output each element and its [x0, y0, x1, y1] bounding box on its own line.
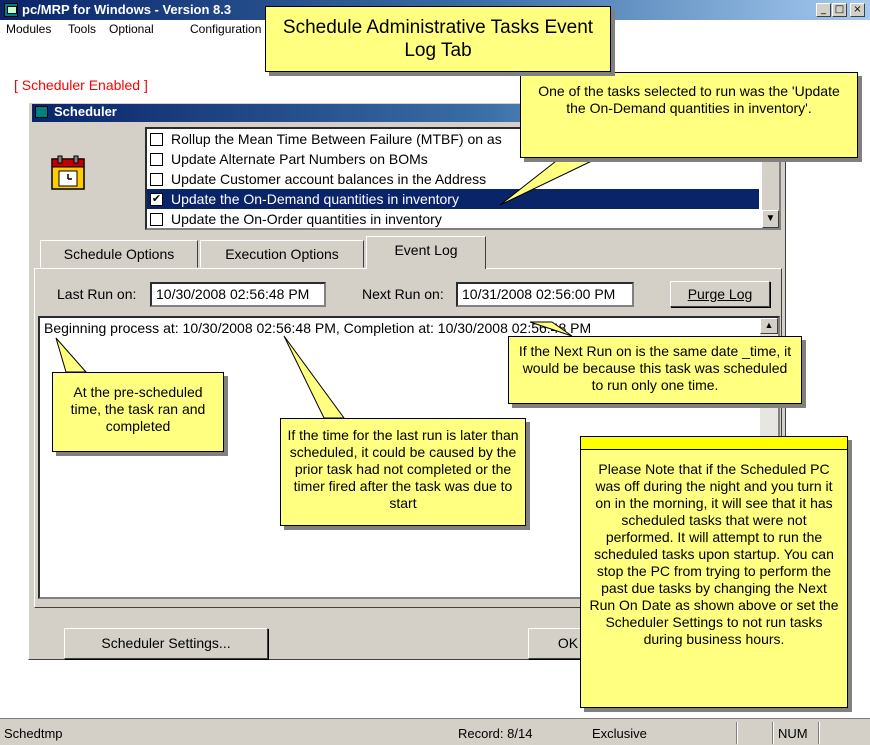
tab-event-log[interactable]: Event Log: [366, 236, 486, 269]
status-divider: [772, 722, 774, 744]
task-checkbox[interactable]: [150, 133, 163, 146]
status-divider: [736, 722, 738, 744]
task-checkbox[interactable]: [150, 173, 163, 186]
menu-tools[interactable]: Tools: [68, 22, 96, 36]
status-num-lock: NUM: [778, 726, 808, 741]
tab-schedule-options[interactable]: Schedule Options: [40, 240, 198, 268]
task-item[interactable]: Update Customer account balances in the …: [147, 169, 759, 189]
scroll-up-arrow-icon[interactable]: ▲: [760, 318, 778, 334]
menu-optional[interactable]: Optional: [109, 22, 154, 36]
task-label: Rollup the Mean Time Between Failure (MT…: [171, 131, 502, 147]
status-record: Record: 8/14: [458, 726, 533, 741]
callout-note-header: [580, 436, 848, 450]
task-label: Update the On-Order quantities in invent…: [171, 211, 442, 227]
callout-note: Please Note that if the Scheduled PC was…: [580, 436, 848, 708]
menu-modules[interactable]: Modules: [6, 22, 51, 36]
callout-task-selected: One of the tasks selected to run was the…: [520, 72, 858, 158]
task-checkbox[interactable]: [150, 213, 163, 226]
scheduler-title: Scheduler: [54, 104, 117, 119]
minimize-button[interactable]: _: [816, 3, 831, 17]
status-table-name: Schedtmp: [4, 726, 63, 741]
last-run-label: Last Run on:: [57, 286, 137, 302]
status-mode: Exclusive: [592, 726, 647, 741]
tab-execution-options[interactable]: Execution Options: [200, 240, 364, 268]
scheduler-window-icon: [35, 106, 48, 118]
status-bar: [0, 718, 870, 745]
next-run-field[interactable]: 10/31/2008 02:56:00 PM: [456, 282, 634, 307]
app-icon[interactable]: [4, 3, 18, 17]
scroll-down-arrow-icon[interactable]: ▼: [762, 210, 779, 228]
last-run-field[interactable]: 10/30/2008 02:56:48 PM: [150, 282, 326, 307]
purge-log-button[interactable]: Purge Log: [670, 281, 770, 307]
callout-title: Schedule Administrative Tasks Event Log …: [265, 6, 611, 72]
log-entry: Beginning process at: 10/30/2008 02:56:4…: [44, 320, 592, 336]
maximize-button[interactable]: □: [832, 3, 847, 17]
calendar-icon: [51, 155, 85, 190]
scheduler-status-text: [ Scheduler Enabled ]: [14, 77, 148, 93]
menu-configuration[interactable]: Configuration: [190, 22, 261, 36]
app-title: pc/MRP for Windows - Version 8.3: [22, 2, 232, 17]
scheduler-settings-button[interactable]: Scheduler Settings...: [64, 628, 268, 659]
task-checkbox-checked[interactable]: ✔: [150, 193, 163, 206]
task-checkbox[interactable]: [150, 153, 163, 166]
callout-next-run: If the Next Run on is the same date _tim…: [508, 336, 802, 404]
next-run-label: Next Run on:: [362, 286, 444, 302]
task-item[interactable]: Update the On-Order quantities in invent…: [147, 209, 759, 229]
task-label: Update the On-Demand quantities in inven…: [171, 191, 459, 207]
task-label: Update Alternate Part Numbers on BOMs: [171, 151, 428, 167]
task-item-selected[interactable]: ✔ Update the On-Demand quantities in inv…: [147, 189, 759, 209]
callout-pre-scheduled: At the pre-scheduled time, the task ran …: [52, 372, 224, 452]
task-label: Update Customer account balances in the …: [171, 171, 487, 187]
callout-last-run-later: If the time for the last run is later th…: [280, 418, 526, 526]
status-divider: [818, 722, 820, 744]
close-button[interactable]: ×: [850, 3, 865, 17]
